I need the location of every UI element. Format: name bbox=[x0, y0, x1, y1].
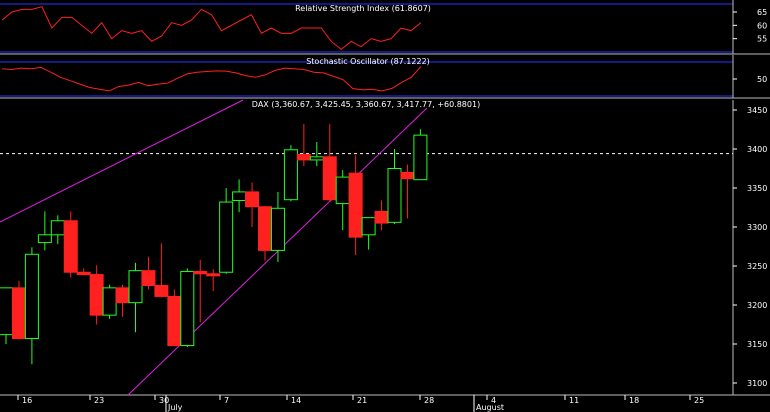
candle-body bbox=[348, 172, 363, 238]
candle-body bbox=[24, 253, 39, 340]
month-label: July bbox=[167, 403, 183, 412]
price-tick-label: 3200 bbox=[747, 301, 767, 310]
x-tick-label: 21 bbox=[357, 396, 367, 405]
rsi-series-line bbox=[1, 6, 422, 50]
candle-body bbox=[167, 295, 182, 347]
candle-body bbox=[193, 270, 208, 275]
candle-body bbox=[76, 271, 91, 276]
price-tick-label: 3400 bbox=[747, 145, 767, 154]
x-tick-label: 7 bbox=[224, 396, 229, 405]
candle-body bbox=[413, 134, 428, 181]
candle-body bbox=[50, 220, 65, 236]
candle-body bbox=[245, 191, 260, 208]
x-tick-label: 28 bbox=[424, 396, 434, 405]
price-tick-label: 3450 bbox=[747, 106, 767, 115]
price-tick-label: 3100 bbox=[747, 379, 767, 388]
price-tick-label: 3250 bbox=[747, 262, 767, 271]
price-panel: 31003150320032503300335034003450 16 23 30 7… bbox=[0, 99, 770, 412]
candle-body bbox=[400, 171, 415, 180]
x-tick-label: 25 bbox=[694, 396, 704, 405]
price-tick-label: 3350 bbox=[747, 184, 767, 193]
candle-body bbox=[206, 273, 221, 277]
rsi-panel: 55 60 65 Relative Strength Index (61.8607) bbox=[0, 0, 770, 55]
candle-body bbox=[63, 220, 78, 273]
month-label: August bbox=[476, 403, 504, 412]
candle-body bbox=[11, 287, 26, 340]
candle-body bbox=[89, 274, 104, 316]
candle-body bbox=[296, 153, 311, 161]
rsi-tick-label: 55 bbox=[757, 35, 767, 44]
candle-body bbox=[322, 156, 337, 201]
stochastic-series-line bbox=[1, 66, 422, 92]
rsi-tick-label: 60 bbox=[757, 21, 767, 30]
x-tick-label: 14 bbox=[291, 396, 301, 405]
stochastic-title: Stochastic Oscillator (87.1222) bbox=[306, 57, 430, 66]
x-tick-label: 18 bbox=[629, 396, 639, 405]
candle-body bbox=[374, 210, 389, 224]
price-tick-label: 3150 bbox=[747, 340, 767, 349]
x-tick-label: 16 bbox=[22, 396, 32, 405]
candle-body bbox=[0, 287, 13, 336]
candle-body bbox=[361, 217, 376, 236]
candle-body bbox=[387, 168, 402, 223]
candle-body bbox=[232, 191, 247, 201]
stochastic-panel: 50 Stochastic Oscillator (87.1222) bbox=[0, 55, 770, 99]
candle-body bbox=[180, 270, 195, 347]
candle-body bbox=[309, 156, 324, 161]
x-tick-label: 23 bbox=[94, 396, 104, 405]
candle-body bbox=[219, 201, 234, 273]
candle-body bbox=[115, 287, 130, 304]
candle-body bbox=[270, 207, 285, 251]
candle-body bbox=[283, 149, 298, 201]
rsi-tick-label: 65 bbox=[757, 8, 767, 17]
price-tick-label: 3300 bbox=[747, 223, 767, 232]
upper-trendline bbox=[0, 99, 244, 223]
candle-body bbox=[128, 270, 143, 304]
candle-body bbox=[102, 287, 117, 316]
candle-body bbox=[37, 234, 52, 244]
x-tick-label: 11 bbox=[569, 396, 579, 405]
candle-body bbox=[258, 206, 272, 251]
stochastic-tick-label: 50 bbox=[757, 75, 767, 84]
candle-body bbox=[154, 285, 169, 297]
chart-canvas: 55 60 65 Relative Strength Index (61.8607)… bbox=[0, 0, 770, 412]
candle-body bbox=[141, 270, 156, 286]
rsi-title: Relative Strength Index (61.8607) bbox=[295, 4, 431, 13]
price-title: DAX (3,360.67, 3,425.45, 3,360.67, 3,417… bbox=[252, 100, 480, 109]
candle-body bbox=[335, 176, 350, 205]
